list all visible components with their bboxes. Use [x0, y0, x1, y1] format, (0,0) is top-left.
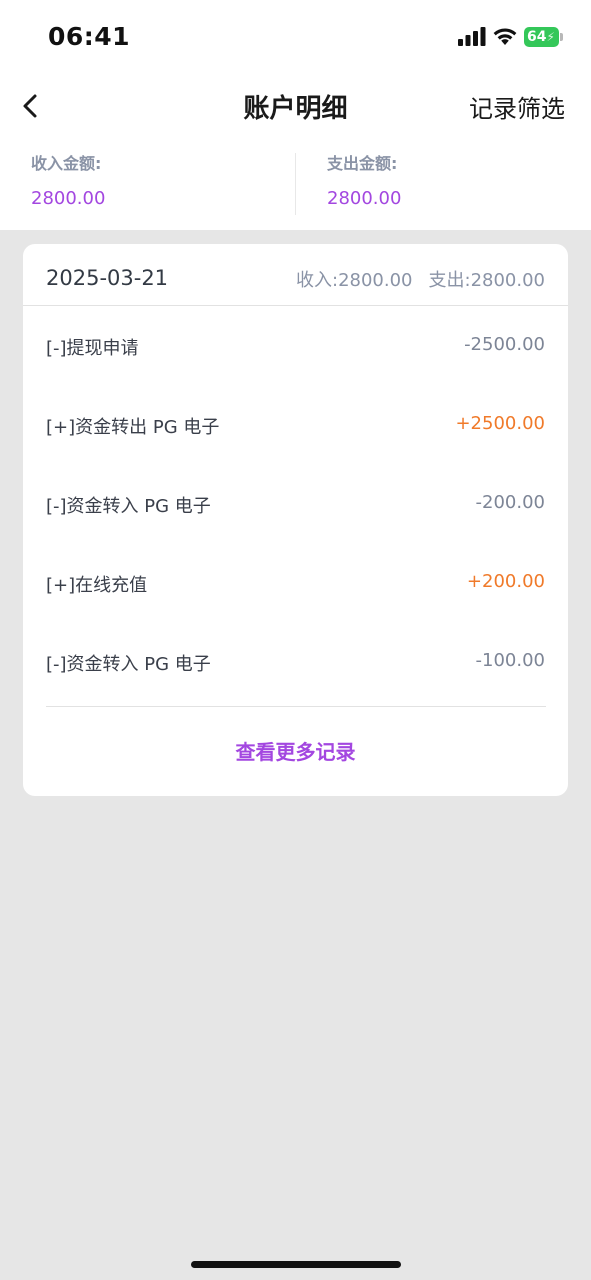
account-details-screen: 06:41 64⚡ 账户明细 记录筛选 收入金额: 2800.00 支出金额: … — [0, 0, 591, 1280]
income-label: 收入金额: — [31, 154, 102, 173]
back-button[interactable] — [18, 90, 46, 122]
record-row[interactable]: [-]提现申请 -2500.00 — [23, 306, 568, 385]
view-more-records-button[interactable]: 查看更多记录 — [23, 736, 568, 765]
record-amount: +2500.00 — [455, 413, 545, 434]
record-filter-button[interactable]: 记录筛选 — [469, 89, 565, 124]
record-date: 2025-03-21 — [46, 266, 169, 290]
battery-icon: 64⚡ — [524, 27, 564, 47]
record-label: [-]资金转入 PG 电子 — [46, 496, 211, 517]
record-amount: -100.00 — [475, 650, 545, 671]
record-label: [+]在线充值 — [46, 575, 148, 596]
summary-bar: 收入金额: 2800.00 支出金额: 2800.00 — [0, 150, 591, 216]
nav-bar: 账户明细 记录筛选 — [0, 76, 591, 136]
expense-label: 支出金额: — [327, 154, 398, 173]
record-amount: -200.00 — [475, 492, 545, 513]
status-bar: 06:41 64⚡ — [0, 0, 591, 76]
card-header: 2025-03-21 收入:2800.00 支出:2800.00 — [23, 244, 568, 306]
record-amount: +200.00 — [466, 571, 545, 592]
wifi-icon — [493, 28, 517, 45]
record-row[interactable]: [-]资金转入 PG 电子 -200.00 — [23, 464, 568, 543]
expense-summary: 支出金额: 2800.00 — [327, 150, 587, 209]
status-time: 06:41 — [48, 22, 131, 51]
top-panel: 06:41 64⚡ 账户明细 记录筛选 收入金额: 2800.00 支出金额: … — [0, 0, 591, 230]
record-row[interactable]: [+]在线充值 +200.00 — [23, 543, 568, 622]
day-income-total: 收入:2800.00 — [296, 270, 413, 291]
battery-level: 64 — [527, 29, 547, 45]
day-totals: 收入:2800.00 支出:2800.00 — [296, 266, 545, 292]
home-indicator — [191, 1261, 401, 1268]
chevron-left-icon — [23, 94, 37, 118]
record-label: [+]资金转出 PG 电子 — [46, 417, 220, 438]
summary-divider — [295, 153, 296, 215]
record-row[interactable]: [+]资金转出 PG 电子 +2500.00 — [23, 385, 568, 464]
signal-icon — [458, 27, 486, 46]
record-row[interactable]: [-]资金转入 PG 电子 -100.00 — [23, 622, 568, 701]
charging-bolt-icon: ⚡ — [546, 30, 555, 44]
income-summary: 收入金额: 2800.00 — [31, 150, 291, 209]
record-list: [-]提现申请 -2500.00 [+]资金转出 PG 电子 +2500.00 … — [23, 306, 568, 701]
record-label: [-]提现申请 — [46, 338, 139, 359]
card-footer-divider — [46, 706, 546, 707]
expense-value: 2800.00 — [327, 188, 402, 209]
day-expense-total: 支出:2800.00 — [428, 270, 546, 291]
income-value: 2800.00 — [31, 188, 106, 209]
records-card: 2025-03-21 收入:2800.00 支出:2800.00 [-]提现申请 … — [23, 244, 568, 796]
record-amount: -2500.00 — [464, 334, 545, 355]
record-label: [-]资金转入 PG 电子 — [46, 654, 211, 675]
